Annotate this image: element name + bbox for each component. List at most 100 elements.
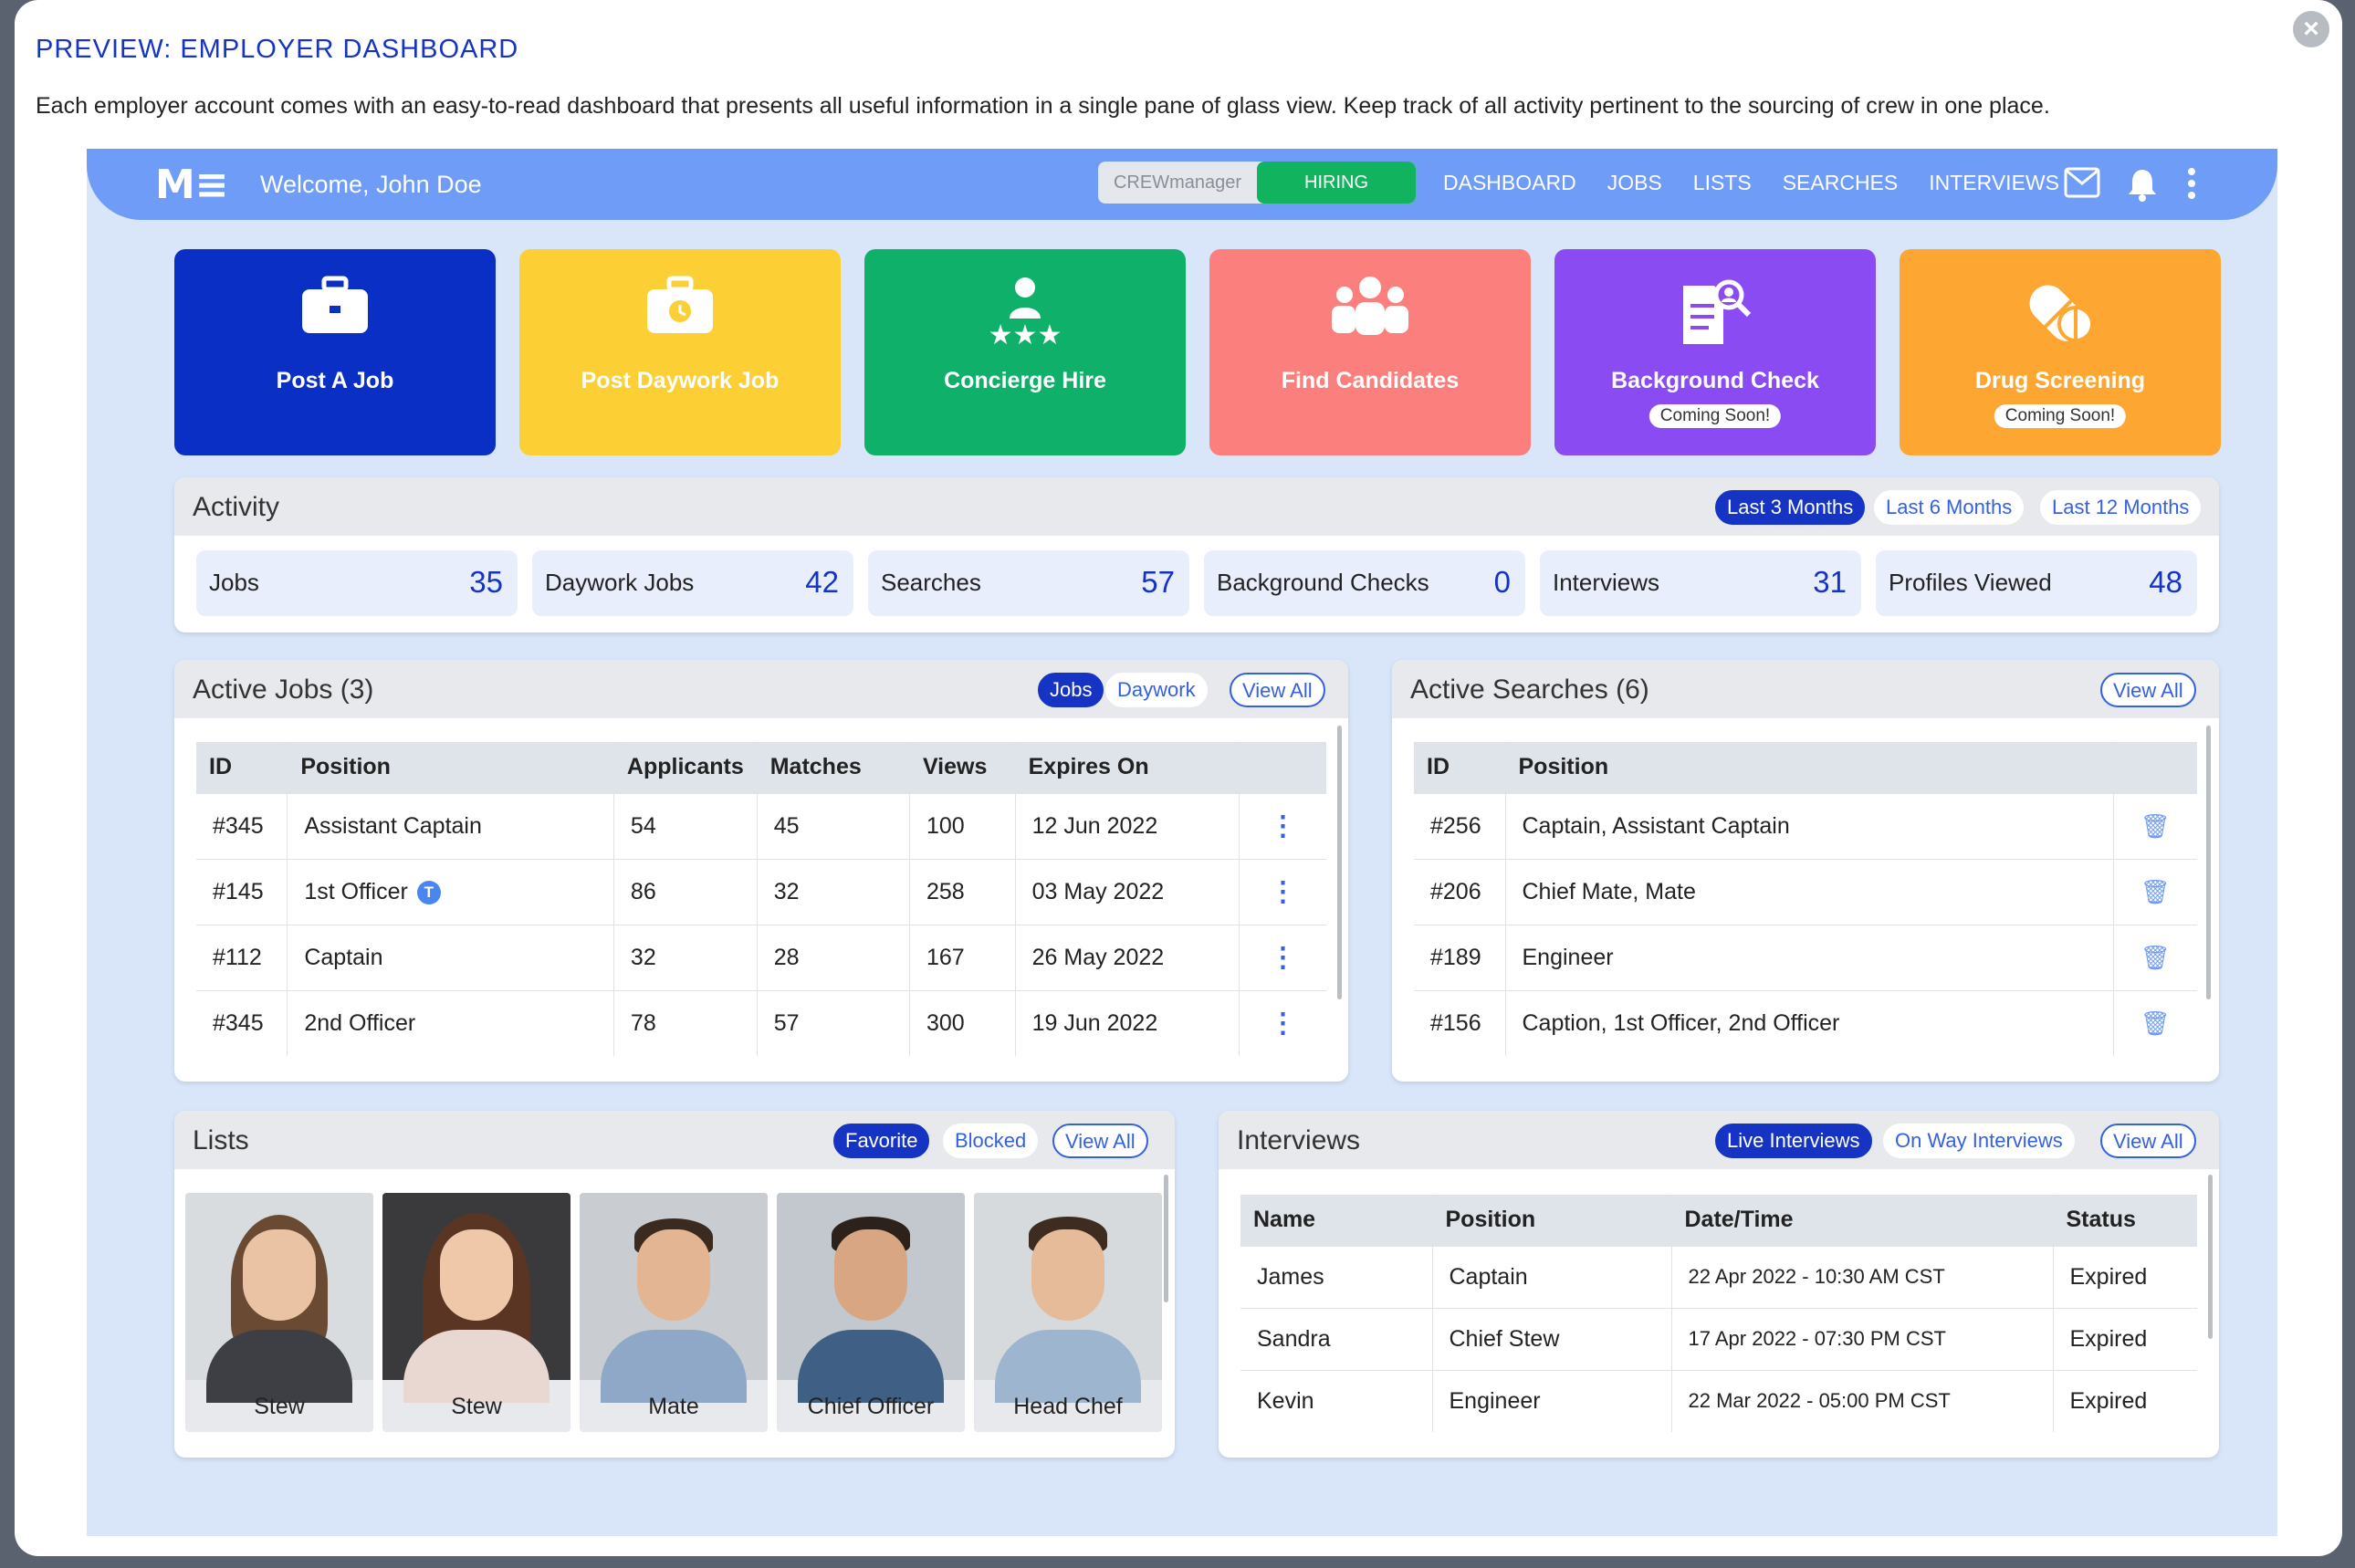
stat-label: Jobs <box>209 569 259 596</box>
nav-lists[interactable]: LISTS <box>1693 171 1752 195</box>
col-applicants: Applicants <box>612 742 758 793</box>
person-card[interactable]: Chief Officer <box>777 1193 965 1432</box>
app-logo[interactable]: M≡ <box>155 162 229 208</box>
modal-description: Each employer account comes with an easy… <box>36 93 2050 119</box>
tile-drug-screening[interactable]: Drug Screening Coming Soon! <box>1900 249 2221 455</box>
tile-label: Background Check <box>1611 368 1819 393</box>
table-row[interactable]: #156 Caption, 1st Officer, 2nd Officer 🗑 <box>1414 989 2197 1056</box>
stat-jobs[interactable]: Jobs 35 <box>196 550 518 616</box>
table-row[interactable]: Sandra Chief Stew 17 Apr 2022 - 07:30 PM… <box>1240 1307 2197 1370</box>
job-position: Assistant Captain <box>287 792 614 859</box>
mail-icon[interactable] <box>2064 167 2100 205</box>
more-vertical-icon[interactable]: ⋮ <box>1239 858 1326 925</box>
person-card[interactable]: Stew <box>185 1193 373 1432</box>
table-row[interactable]: #345 Assistant Captain 54 45 100 12 Jun … <box>196 792 1326 859</box>
trash-icon[interactable]: 🗑 <box>2112 792 2197 859</box>
scrollbar[interactable] <box>1164 1175 1168 1302</box>
tab-on-way-interviews[interactable]: On Way Interviews <box>1883 1124 2075 1158</box>
person-card[interactable]: Stew <box>382 1193 570 1432</box>
toggle-crewmanager[interactable]: CREWmanager <box>1098 162 1257 204</box>
job-position: 1st Officer <box>304 878 408 904</box>
tab-jobs[interactable]: Jobs <box>1038 673 1104 707</box>
nav-jobs[interactable]: JOBS <box>1607 171 1662 195</box>
job-position: 2nd Officer <box>287 989 614 1056</box>
stat-searches[interactable]: Searches 57 <box>868 550 1189 616</box>
scrollbar[interactable] <box>2208 1175 2213 1339</box>
active-jobs-card: Active Jobs (3) Jobs Daywork View All ID… <box>174 660 1348 1082</box>
mode-toggle[interactable]: CREWmanager HIRING <box>1098 162 1416 204</box>
job-id: #145 <box>196 858 288 925</box>
tile-find-candidates[interactable]: Find Candidates <box>1209 249 1531 455</box>
tile-concierge-hire[interactable]: ★★★ Concierge Hire <box>864 249 1186 455</box>
table-row[interactable]: Kevin Engineer 22 Mar 2022 - 05:00 PM CS… <box>1240 1369 2197 1432</box>
scrollbar[interactable] <box>2206 726 2211 999</box>
interviews-view-all-button[interactable]: View All <box>2100 1124 2196 1158</box>
trash-icon[interactable]: 🗑 <box>2112 989 2197 1056</box>
interview-datetime: 17 Apr 2022 - 07:30 PM CST <box>1670 1307 2053 1370</box>
tab-blocked[interactable]: Blocked <box>943 1124 1039 1158</box>
briefcase-icon <box>174 275 496 358</box>
avatar <box>777 1193 965 1403</box>
person-card[interactable]: Head Chef <box>974 1193 1162 1432</box>
more-vertical-icon[interactable]: ⋮ <box>1239 792 1326 859</box>
col-position: Position <box>1504 742 2113 793</box>
lists-title: Lists <box>193 1125 249 1155</box>
table-row[interactable]: #145 1st Officer T 86 32 258 03 May 2022 … <box>196 858 1326 925</box>
stat-daywork-jobs[interactable]: Daywork Jobs 42 <box>532 550 853 616</box>
person-card[interactable]: Mate <box>580 1193 768 1432</box>
tile-background-check[interactable]: Background Check Coming Soon! <box>1554 249 1876 455</box>
bell-icon[interactable] <box>2126 167 2159 209</box>
scrollbar[interactable] <box>1337 726 1342 999</box>
table-row[interactable]: #345 2nd Officer 78 57 300 19 Jun 2022 ⋮ <box>196 989 1326 1056</box>
active-jobs-header: Active Jobs (3) Jobs Daywork View All <box>174 660 1348 718</box>
table-row[interactable]: #189 Engineer 🗑 <box>1414 924 2197 990</box>
tab-favorite[interactable]: Favorite <box>833 1124 930 1158</box>
stat-interviews[interactable]: Interviews 31 <box>1540 550 1861 616</box>
stat-background-checks[interactable]: Background Checks 0 <box>1204 550 1525 616</box>
person-name: Mate <box>648 1394 699 1419</box>
more-vertical-icon[interactable]: ⋮ <box>1239 989 1326 1056</box>
active-jobs-view-all-button[interactable]: View All <box>1230 673 1325 707</box>
avatar <box>974 1193 1162 1403</box>
more-vertical-icon[interactable] <box>2186 167 2197 207</box>
employer-dashboard: M≡ Welcome, John Doe CREWmanager HIRING … <box>87 149 2277 1536</box>
nav-interviews[interactable]: INTERVIEWS <box>1929 171 2059 195</box>
tile-label: Post Daywork Job <box>581 368 780 393</box>
range-last-12-months[interactable]: Last 12 Months <box>2040 490 2202 525</box>
tab-live-interviews[interactable]: Live Interviews <box>1715 1124 1872 1158</box>
interview-status: Expired <box>2052 1369 2197 1432</box>
person-name: Stew <box>254 1394 305 1419</box>
lists-view-all-button[interactable]: View All <box>1052 1124 1148 1158</box>
range-last-6-months[interactable]: Last 6 Months <box>1874 490 2025 525</box>
active-searches-view-all-button[interactable]: View All <box>2100 673 2196 707</box>
job-type-badge: T <box>416 880 441 904</box>
active-searches-title: Active Searches (6) <box>1410 674 1649 705</box>
tab-daywork[interactable]: Daywork <box>1105 673 1208 707</box>
interview-name: James <box>1240 1245 1432 1308</box>
table-row[interactable]: #256 Captain, Assistant Captain 🗑 <box>1414 792 2197 859</box>
job-matches: 57 <box>756 989 910 1056</box>
table-header-row: ID Position <box>1414 742 2197 793</box>
table-row[interactable]: James Captain 22 Apr 2022 - 10:30 AM CST… <box>1240 1245 2197 1308</box>
nav-dashboard[interactable]: DASHBOARD <box>1443 171 1576 195</box>
tile-post-daywork-job[interactable]: Post Daywork Job <box>519 249 841 455</box>
table-row[interactable]: #112 Captain 32 28 167 26 May 2022 ⋮ <box>196 924 1326 990</box>
toggle-hiring[interactable]: HIRING <box>1257 162 1416 204</box>
more-vertical-icon[interactable]: ⋮ <box>1239 924 1326 990</box>
close-icon[interactable]: × <box>2293 11 2329 47</box>
table-row[interactable]: #206 Chief Mate, Mate 🗑 <box>1414 858 2197 925</box>
tile-post-a-job[interactable]: Post A Job <box>174 249 496 455</box>
range-last-3-months[interactable]: Last 3 Months <box>1715 490 1866 525</box>
job-position: Captain <box>287 924 614 990</box>
stat-profiles-viewed[interactable]: Profiles Viewed 48 <box>1876 550 2197 616</box>
col-position: Position <box>1431 1195 1671 1246</box>
col-actions <box>2112 742 2197 793</box>
active-jobs-table: ID Position Applicants Matches Views Exp… <box>196 742 1326 1056</box>
active-searches-header: Active Searches (6) View All <box>1392 660 2219 718</box>
stat-value: 57 <box>1141 565 1175 599</box>
lists-header: Lists Favorite Blocked View All <box>174 1111 1175 1169</box>
avatar <box>185 1193 373 1403</box>
trash-icon[interactable]: 🗑 <box>2112 924 2197 990</box>
trash-icon[interactable]: 🗑 <box>2112 858 2197 925</box>
nav-searches[interactable]: SEARCHES <box>1783 171 1899 195</box>
